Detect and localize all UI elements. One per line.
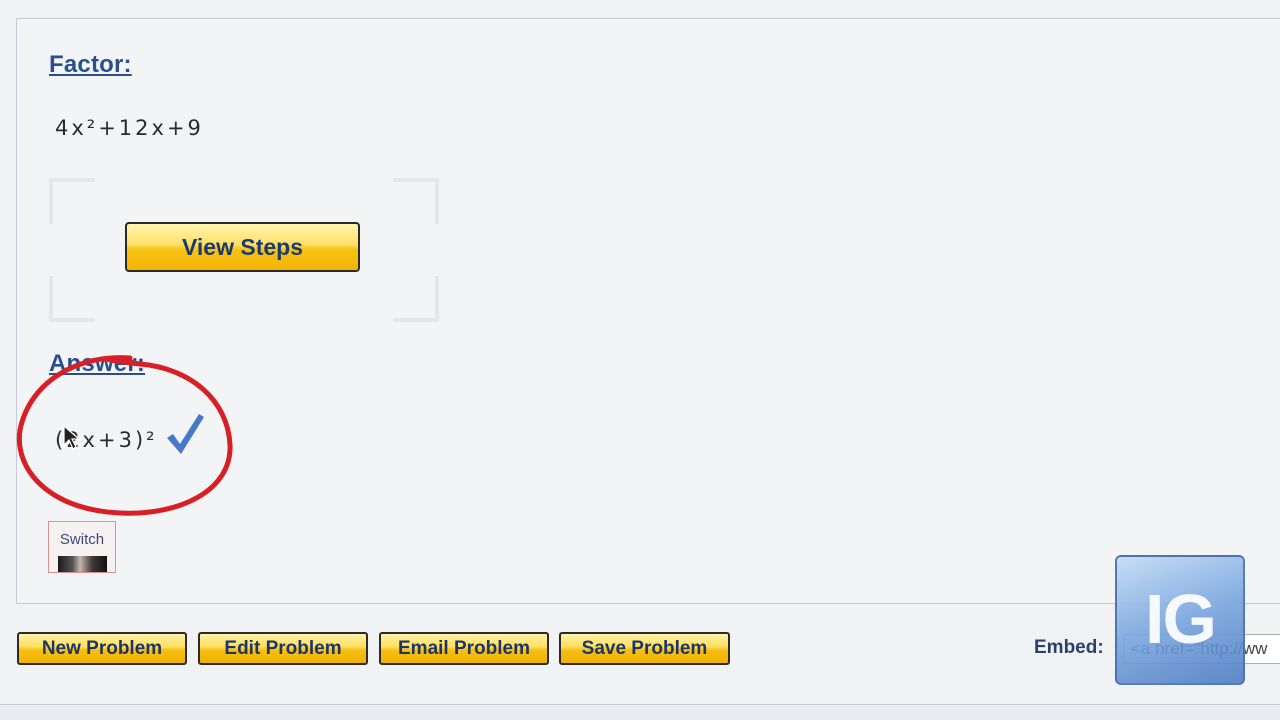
frame-corner-bottom-right <box>393 276 439 322</box>
frame-corner-top-right <box>393 178 439 224</box>
switch-label: Switch <box>59 531 105 548</box>
edit-problem-button[interactable]: Edit Problem <box>198 632 368 665</box>
factor-heading: Factor: <box>49 51 132 78</box>
save-problem-button[interactable]: Save Problem <box>559 632 730 665</box>
watermark-logo-text: IG <box>1145 580 1217 658</box>
bottom-bar <box>0 704 1280 720</box>
checkmark-icon <box>167 414 204 454</box>
problem-panel <box>16 18 1280 604</box>
frame-corner-top-left <box>49 178 95 224</box>
switch-button[interactable]: Switch <box>48 521 116 573</box>
email-problem-button[interactable]: Email Problem <box>379 632 549 665</box>
embed-label: Embed: <box>1034 637 1104 658</box>
mouse-cursor-icon <box>63 425 81 450</box>
answer-heading: Answer: <box>49 350 146 377</box>
problem-expression: 4x²+12x+9 <box>55 116 204 140</box>
watermark-logo: IG <box>1115 555 1245 685</box>
view-steps-button[interactable]: View Steps <box>125 222 360 272</box>
switch-thumbnail <box>58 556 107 572</box>
new-problem-button[interactable]: New Problem <box>17 632 187 665</box>
page: Factor: 4x²+12x+9 View Steps Answer: (2x… <box>0 0 1280 720</box>
frame-corner-bottom-left <box>49 276 95 322</box>
